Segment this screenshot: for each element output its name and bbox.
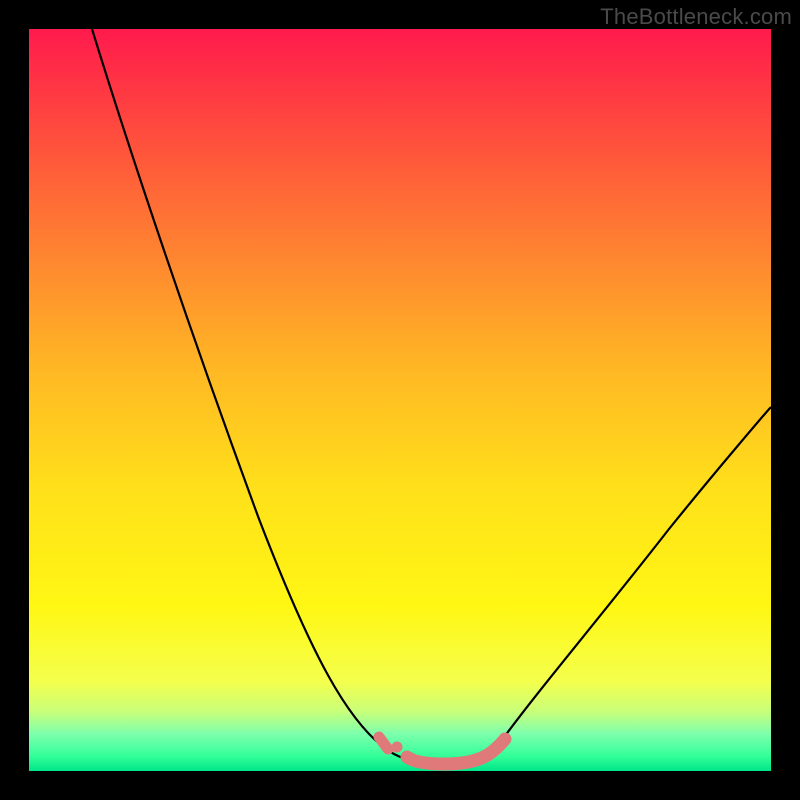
valley-highlight-dot [392, 742, 403, 753]
chart-svg [29, 29, 771, 771]
valley-highlight-left [379, 737, 388, 749]
bottleneck-curve-path [92, 29, 771, 764]
watermark-text: TheBottleneck.com [600, 4, 792, 30]
chart-plot-area [29, 29, 771, 771]
valley-highlight-bottom [407, 739, 505, 764]
